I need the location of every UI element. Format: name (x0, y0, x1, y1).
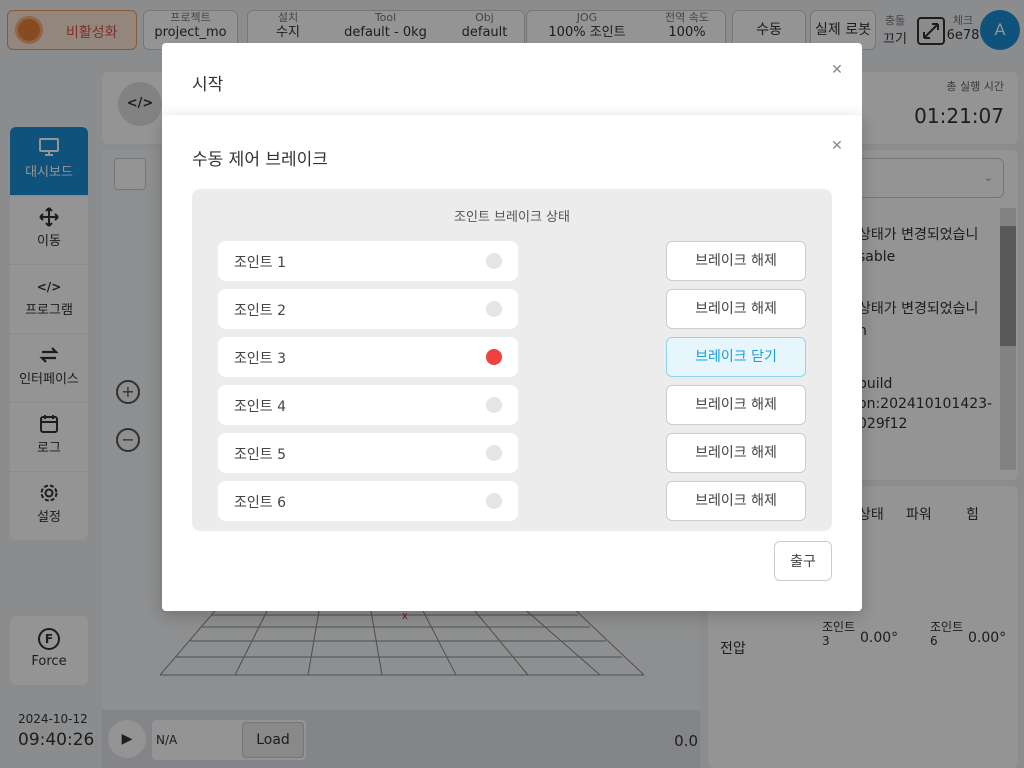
joint-name: 조인트 5 (234, 447, 286, 463)
close-icon[interactable]: ✕ (830, 63, 844, 77)
joint-name: 조인트 3 (234, 351, 286, 367)
joint-name: 조인트 6 (234, 495, 286, 511)
exit-button[interactable]: 출구 (774, 541, 832, 581)
brake-indicator (486, 253, 502, 269)
brake-close-button-3[interactable]: 브레이크 닫기 (666, 337, 806, 377)
dialog-title: 수동 제어 브레이크 (192, 150, 328, 170)
joint-row-3: 조인트 3 (218, 337, 518, 377)
start-dialog-title: 시작 (192, 75, 224, 95)
joint-brake-heading: 조인트 브레이크 상태 (454, 210, 570, 225)
joint-row-6: 조인트 6 (218, 481, 518, 521)
joint-row-2: 조인트 2 (218, 289, 518, 329)
brake-release-button-1[interactable]: 브레이크 해제 (666, 241, 806, 281)
brake-release-button-6[interactable]: 브레이크 해제 (666, 481, 806, 521)
joint-row-4: 조인트 4 (218, 385, 518, 425)
joint-name: 조인트 1 (234, 255, 286, 271)
joint-name: 조인트 4 (234, 399, 286, 415)
brake-indicator (486, 445, 502, 461)
brake-release-button-4[interactable]: 브레이크 해제 (666, 385, 806, 425)
brake-indicator (486, 301, 502, 317)
close-icon[interactable]: ✕ (830, 139, 844, 153)
brake-indicator (486, 493, 502, 509)
brake-release-button-5[interactable]: 브레이크 해제 (666, 433, 806, 473)
brake-indicator (486, 397, 502, 413)
brake-release-button-2[interactable]: 브레이크 해제 (666, 289, 806, 329)
brake-indicator (486, 349, 502, 365)
joint-row-1: 조인트 1 (218, 241, 518, 281)
joint-brake-panel: 조인트 브레이크 상태 조인트 1 브레이크 해제 조인트 2 브레이크 해제 … (192, 189, 832, 531)
joint-name: 조인트 2 (234, 303, 286, 319)
joint-row-5: 조인트 5 (218, 433, 518, 473)
manual-brake-dialog: 수동 제어 브레이크 ✕ 조인트 브레이크 상태 조인트 1 브레이크 해제 조… (162, 115, 862, 611)
